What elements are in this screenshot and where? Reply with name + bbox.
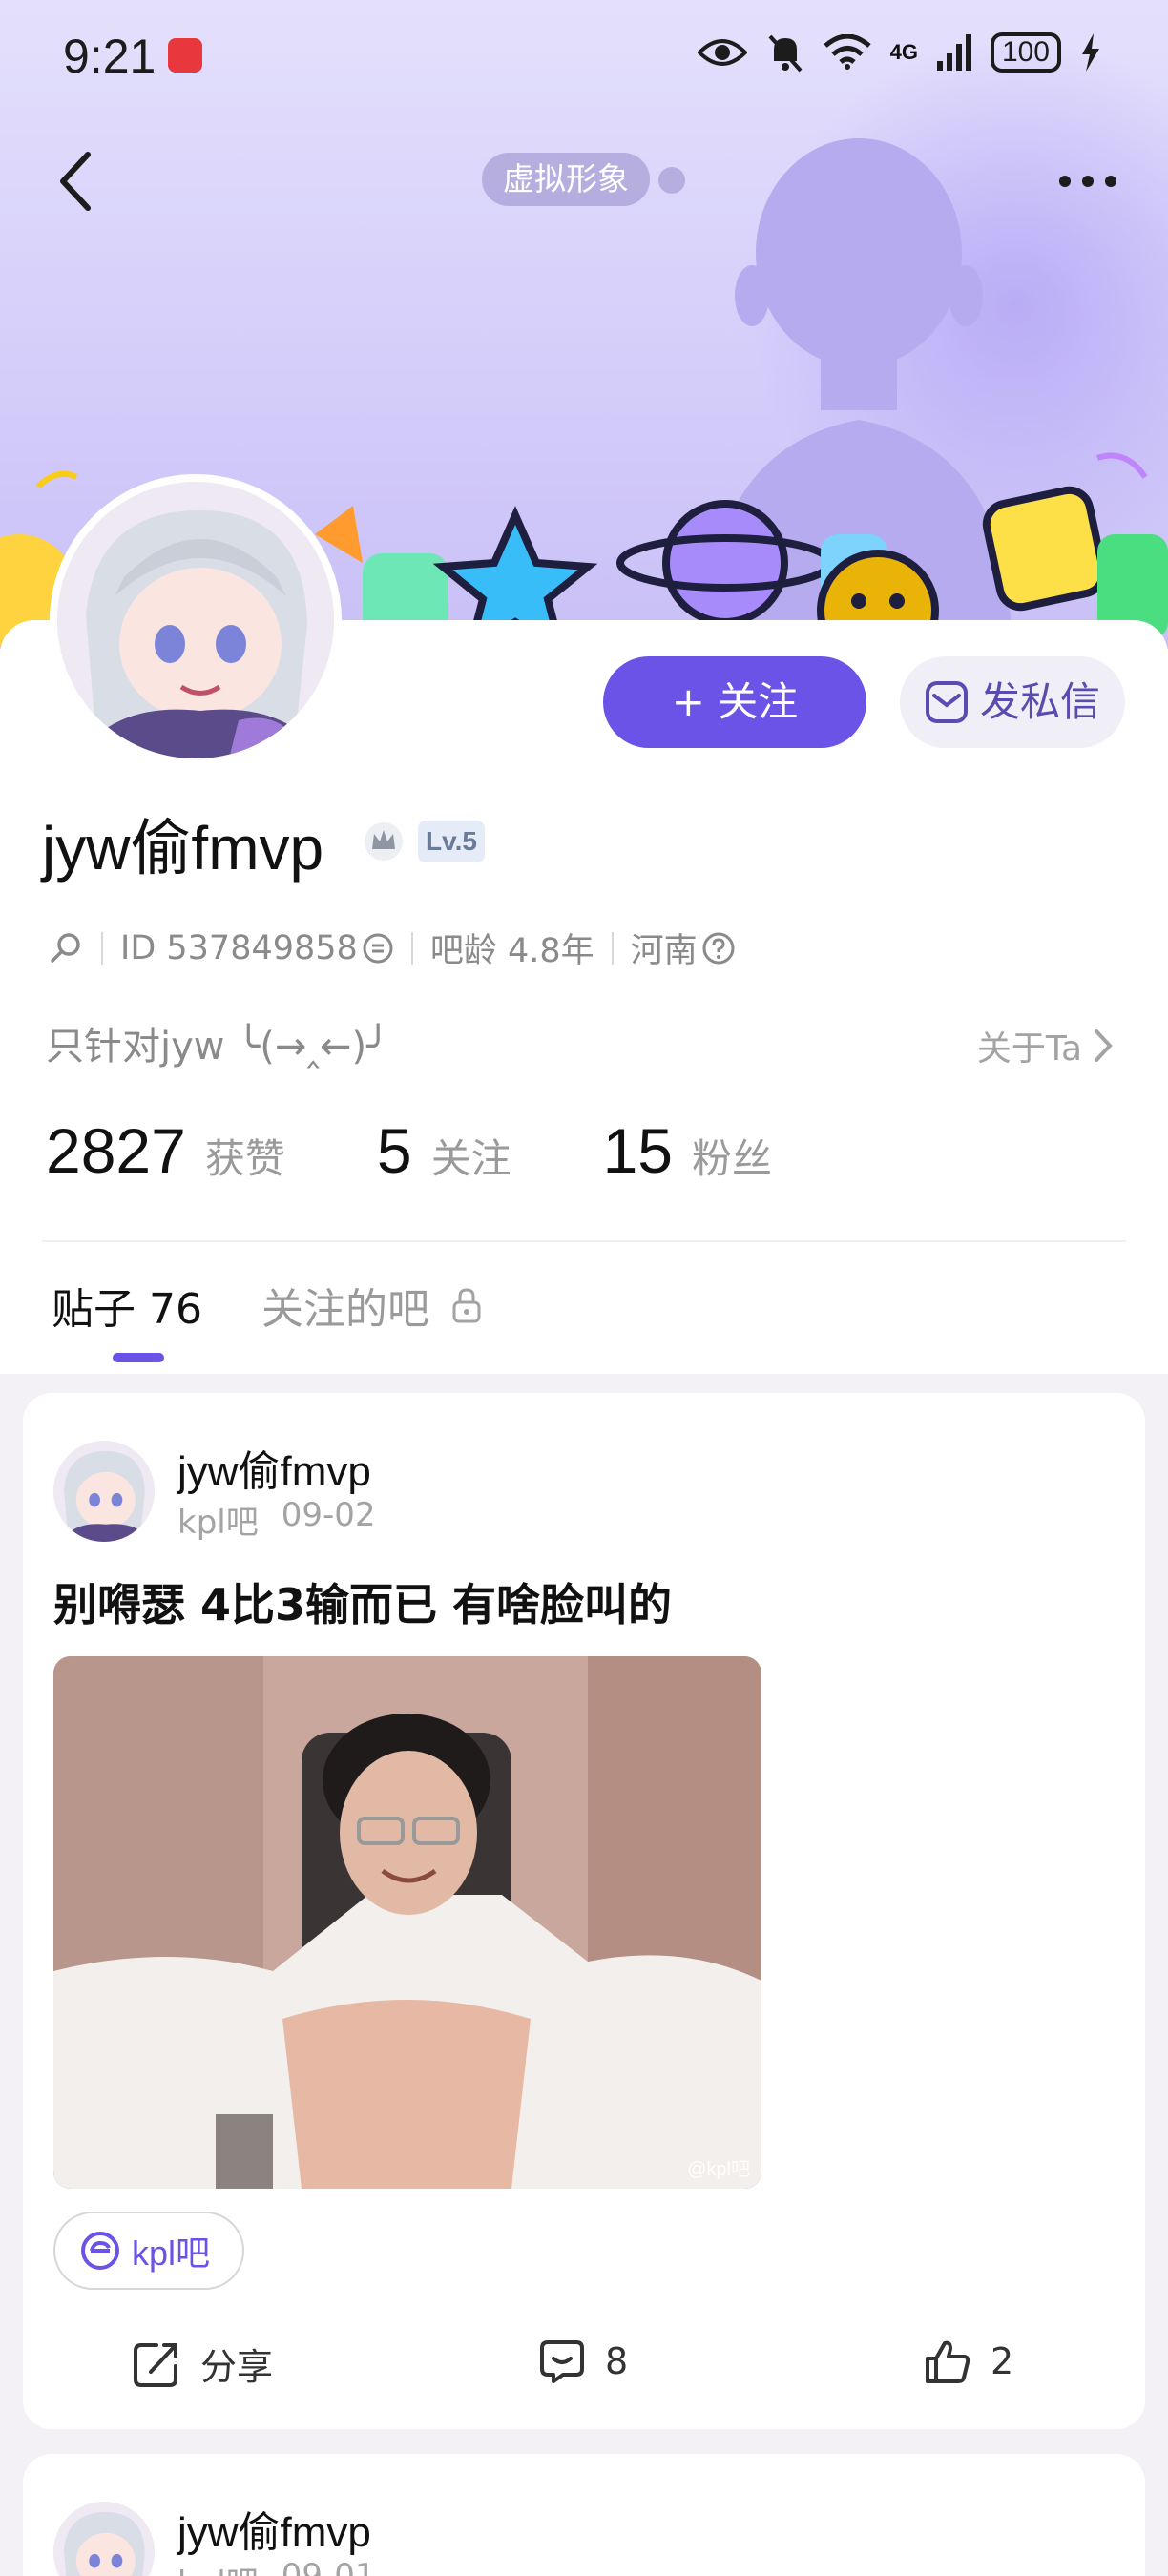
charging-icon — [1082, 33, 1099, 72]
forum-tag-chip[interactable]: kpl吧 — [53, 2212, 245, 2290]
image-watermark: @kpl吧 — [687, 2159, 750, 2180]
like-count: 2 — [991, 2340, 1014, 2382]
post-subline: kpl吧 09-02 — [177, 1496, 376, 1543]
send-message-button[interactable]: 发私信 — [900, 656, 1125, 748]
meta-divider — [101, 931, 103, 965]
copy-id-icon[interactable] — [362, 932, 394, 965]
follow-button[interactable]: + 关注 — [603, 656, 866, 748]
about-ta-label: 关于Ta — [976, 1029, 1082, 1069]
tab-followed-bars[interactable]: 关注的吧 — [261, 1275, 483, 1336]
lock-icon — [452, 1288, 481, 1323]
profile-avatar[interactable] — [50, 474, 342, 766]
virtual-avatar-pill[interactable]: 虚拟形象 — [482, 153, 650, 206]
eye-comfort-icon — [697, 39, 747, 66]
more-options-icon[interactable] — [1050, 153, 1126, 210]
signal-icon — [936, 34, 971, 71]
post-date: 09-01 — [281, 2557, 376, 2576]
stat-following[interactable]: 5 关注 — [377, 1114, 511, 1187]
location: 河南 — [630, 932, 698, 970]
chevron-right-icon — [1095, 1029, 1113, 1062]
status-bar: 9:21 4G 100 — [0, 0, 1168, 114]
status-icons: 4G 100 — [697, 32, 1101, 73]
post-forum[interactable]: kpl吧 — [177, 2557, 259, 2576]
follow-button-label: 关注 — [718, 678, 799, 725]
comment-button[interactable]: 8 — [538, 2337, 628, 2385]
stats-divider — [42, 1240, 1126, 1242]
anime-avatar-image — [53, 1441, 155, 1542]
anime-avatar-image — [57, 482, 334, 758]
level-badge[interactable]: Lv.5 — [418, 821, 485, 862]
post-date: 09-02 — [281, 1496, 376, 1534]
profile-bio: 只针对jyw ╰(→‸←)╯ — [46, 1025, 390, 1069]
post-actions: 分享 8 2 — [23, 2324, 1145, 2410]
user-id: ID 537849858 — [120, 928, 358, 967]
meta-divider — [611, 931, 614, 965]
back-chevron-icon[interactable] — [50, 143, 107, 219]
clock: 9:21 — [63, 30, 156, 83]
profile-meta-row: ID 537849858 吧龄 4.8年 河南 — [48, 924, 736, 972]
post-forum[interactable]: kpl吧 — [177, 1496, 259, 1543]
stat-likes: 2827 获赞 — [46, 1114, 285, 1187]
stat-followers-label: 粉丝 — [692, 1135, 773, 1182]
post-author-name[interactable]: jyw偷fmvp — [177, 2498, 371, 2559]
bar-age: 吧龄 4.8年 — [429, 932, 594, 970]
about-ta-link[interactable]: 关于Ta — [977, 1021, 1115, 1070]
tab-posts[interactable]: 贴子 76 — [52, 1275, 202, 1336]
profile-stats: 2827 获赞 5 关注 15 粉丝 — [46, 1114, 864, 1187]
member-crown-icon[interactable] — [363, 821, 405, 862]
mute-bell-icon — [768, 34, 803, 73]
like-button[interactable]: 2 — [924, 2337, 1013, 2385]
post-author-avatar[interactable] — [53, 1441, 155, 1542]
stat-following-value: 5 — [376, 1115, 412, 1186]
post-image[interactable]: @kpl吧 — [53, 1656, 761, 2189]
photo-thumbnail — [53, 1656, 761, 2189]
search-profile-icon[interactable] — [48, 930, 84, 966]
battery-indicator: 100 — [990, 32, 1061, 73]
stat-followers-value: 15 — [602, 1115, 673, 1186]
anime-avatar-image — [53, 2502, 155, 2576]
mail-icon — [925, 681, 968, 723]
forum-tag-label: kpl吧 — [132, 2233, 211, 2273]
network-type-label: 4G — [889, 40, 918, 64]
post-author-avatar[interactable] — [53, 2502, 155, 2576]
share-button[interactable]: 分享 — [132, 2337, 273, 2390]
post-card[interactable]: jyw偷fmvp kpl吧 09-01 — [23, 2454, 1145, 2576]
stat-likes-value: 2827 — [46, 1115, 186, 1186]
stat-following-label: 关注 — [430, 1135, 511, 1182]
post-card[interactable]: jyw偷fmvp kpl吧 09-02 别嘚瑟 4比3输而已 有啥脸叫的 @kp… — [23, 1393, 1145, 2429]
plus-icon: + — [671, 678, 719, 725]
app-notification-icon — [168, 38, 202, 73]
comment-icon — [540, 2340, 584, 2383]
wifi-icon — [823, 34, 871, 70]
meta-divider — [410, 931, 413, 965]
stat-likes-label: 获赞 — [204, 1135, 285, 1182]
post-subline: kpl吧 09-01 — [177, 2557, 376, 2576]
share-label: 分享 — [200, 2346, 274, 2388]
help-question-icon[interactable] — [701, 931, 736, 966]
active-tab-indicator — [113, 1353, 164, 1362]
profile-username: jyw偷fmvp — [42, 814, 324, 883]
forum-logo-icon — [81, 2232, 119, 2270]
share-icon — [134, 2342, 177, 2387]
stat-followers[interactable]: 15 粉丝 — [603, 1114, 772, 1187]
post-author-name[interactable]: jyw偷fmvp — [177, 1437, 371, 1498]
send-message-label: 发私信 — [979, 678, 1100, 725]
virtual-avatar-dot — [658, 167, 685, 194]
post-title[interactable]: 别嘚瑟 4比3输而已 有啥脸叫的 — [53, 1570, 672, 1633]
comment-count: 8 — [605, 2340, 629, 2382]
thumbs-up-icon — [926, 2340, 970, 2383]
tab-followed-bars-label: 关注的吧 — [261, 1285, 429, 1334]
